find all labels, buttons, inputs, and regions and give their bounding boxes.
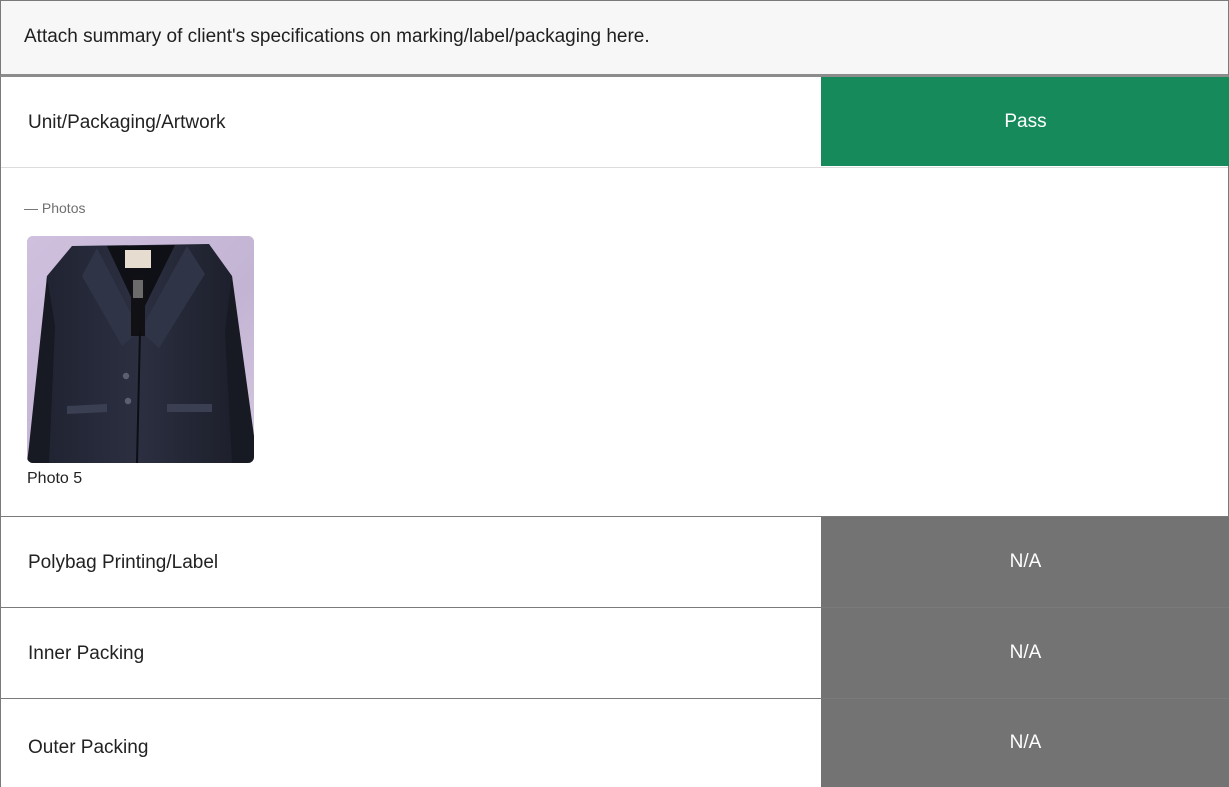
result-badge-na[interactable]: N/A <box>821 699 1229 787</box>
jacket-photo-icon <box>27 236 254 463</box>
result-badge-pass[interactable]: Pass <box>821 77 1229 166</box>
photos-section: — Photos Photo 5 <box>0 168 1229 517</box>
check-label: Outer Packing <box>28 737 149 758</box>
photo-caption: Photo 5 <box>27 470 83 487</box>
check-row-polybag-printing-label: Polybag Printing/Label N/A <box>0 517 1229 608</box>
minus-icon: — <box>24 200 38 216</box>
result-badge-na[interactable]: N/A <box>821 608 1229 698</box>
instructions-row: Attach summary of client's specification… <box>0 0 1229 77</box>
result-badge-na[interactable]: N/A <box>821 517 1229 607</box>
check-label: Inner Packing <box>28 643 145 664</box>
check-label: Polybag Printing/Label <box>28 552 219 573</box>
photos-toggle-label: Photos <box>41 200 86 216</box>
packaging-checklist: Attach summary of client's specification… <box>0 0 1229 787</box>
check-label: Unit/Packaging/Artwork <box>28 112 226 133</box>
photos-toggle[interactable]: — Photos <box>24 200 85 216</box>
check-row-outer-packing: Outer Packing N/A <box>0 699 1229 787</box>
check-row-inner-packing: Inner Packing N/A <box>0 608 1229 699</box>
photo-thumbnail[interactable] <box>27 236 254 463</box>
check-row-unit-packaging-artwork: Unit/Packaging/Artwork Pass <box>0 77 1229 168</box>
instructions-text: Attach summary of client's specification… <box>24 26 650 47</box>
